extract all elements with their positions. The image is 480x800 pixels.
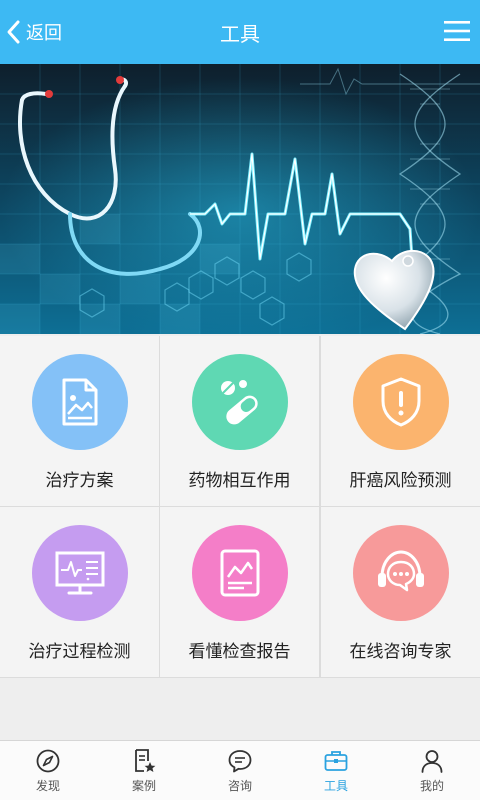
tool-label: 治疗过程检测 (28, 642, 131, 662)
report-chart-icon (191, 525, 288, 621)
tool-read-report[interactable]: 看懂检查报告 (160, 507, 319, 677)
tool-online-consult[interactable]: 在线咨询专家 (321, 507, 480, 677)
tools-grid: 治疗方案 药物相互作用 肝癌风险预测 治疗过程检测 看懂检查报告 在线咨询专家 (0, 336, 480, 678)
top-nav-bar: 返回 工具 (0, 0, 480, 64)
banner-image (0, 64, 480, 334)
pills-icon (191, 354, 288, 450)
tab-label: 咨询 (227, 779, 252, 793)
tab-discover[interactable]: 发现 (0, 741, 96, 800)
tool-label: 看懂检查报告 (188, 642, 291, 662)
tool-label: 药物相互作用 (188, 471, 291, 491)
empty-area (0, 678, 480, 740)
shield-warning-icon (352, 354, 449, 450)
headset-chat-icon (352, 525, 449, 621)
bottom-tab-bar: 发现 案例 咨询 工具 我的 (0, 740, 480, 800)
tool-treatment-monitoring[interactable]: 治疗过程检测 (0, 507, 159, 677)
tab-tools[interactable]: 工具 (288, 741, 384, 800)
case-star-icon (135, 749, 156, 772)
tab-mine[interactable]: 我的 (384, 741, 480, 800)
tab-consult[interactable]: 咨询 (192, 741, 288, 800)
tool-treatment-plan[interactable]: 治疗方案 (0, 336, 159, 506)
tool-liver-cancer-risk[interactable]: 肝癌风险预测 (321, 336, 480, 506)
chat-bubble-icon (228, 750, 252, 773)
tool-label: 肝癌风险预测 (349, 471, 452, 491)
tab-label: 我的 (419, 779, 444, 793)
toolbox-icon (324, 751, 348, 771)
tab-label: 工具 (323, 779, 348, 793)
person-icon (421, 750, 443, 773)
tab-cases[interactable]: 案例 (96, 741, 192, 800)
tool-drug-interaction[interactable]: 药物相互作用 (160, 336, 319, 506)
menu-icon[interactable] (444, 20, 470, 42)
compass-icon (36, 749, 60, 773)
page-title: 工具 (220, 22, 260, 46)
document-image-icon (31, 354, 128, 450)
tool-label: 在线咨询专家 (349, 642, 452, 662)
tab-label: 案例 (131, 779, 156, 793)
monitor-ecg-icon (31, 525, 128, 621)
tab-label: 发现 (35, 779, 60, 793)
tool-label: 治疗方案 (45, 471, 114, 491)
